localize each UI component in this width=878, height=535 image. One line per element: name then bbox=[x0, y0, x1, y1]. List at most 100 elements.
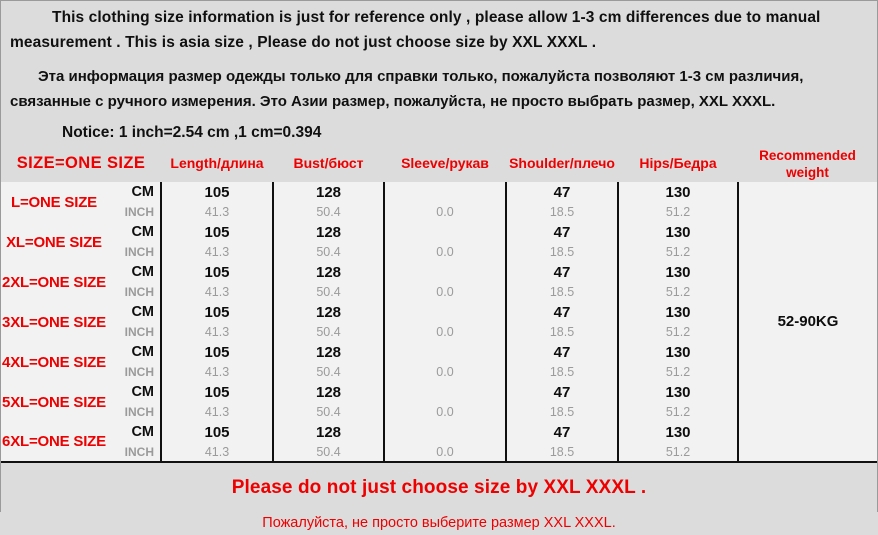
measurement-cm-length: 105 bbox=[161, 262, 274, 282]
measurement-inch-length: 41.3 bbox=[161, 282, 274, 302]
measurement-inch-length: 41.3 bbox=[161, 442, 274, 463]
footer-warning-block: Please do not just choose size by XXL XX… bbox=[1, 463, 877, 535]
size-label-cell: XL=ONE SIZE bbox=[1, 222, 107, 262]
measurement-cm-shoulder: 47 bbox=[506, 222, 619, 242]
measurement-inch-hips: 51.2 bbox=[618, 442, 739, 463]
measurement-cm-shoulder: 47 bbox=[506, 422, 619, 442]
measurement-cm-sleeve bbox=[384, 422, 507, 442]
measurement-inch-shoulder: 18.5 bbox=[506, 242, 619, 262]
measurement-cm-sleeve bbox=[384, 262, 507, 282]
measurement-cm-bust: 128 bbox=[273, 222, 385, 242]
measurement-cm-shoulder: 47 bbox=[506, 302, 619, 322]
size-label-cell: 3XL=ONE SIZE bbox=[1, 302, 107, 342]
unit-label-inch: INCH bbox=[107, 362, 162, 382]
measurement-inch-length: 41.3 bbox=[161, 322, 274, 342]
intro-block: This clothing size information is just f… bbox=[1, 1, 877, 145]
column-header-bust: Bust/бюст bbox=[273, 145, 384, 182]
measurement-inch-sleeve: 0.0 bbox=[384, 442, 507, 463]
column-header-size: SIZE=ONE SIZE bbox=[1, 145, 161, 182]
measurement-inch-bust: 50.4 bbox=[273, 322, 385, 342]
footer-text-english: Please do not just choose size by XXL XX… bbox=[231, 477, 647, 498]
measurement-inch-sleeve: 0.0 bbox=[384, 322, 507, 342]
measurement-inch-shoulder: 18.5 bbox=[506, 322, 619, 342]
measurement-inch-bust: 50.4 bbox=[273, 242, 385, 262]
measurement-inch-hips: 51.2 bbox=[618, 362, 739, 382]
measurement-cm-bust: 128 bbox=[273, 302, 385, 322]
measurement-inch-length: 41.3 bbox=[161, 202, 274, 222]
measurement-cm-length: 105 bbox=[161, 342, 274, 362]
column-header-sleeve: Sleeve/рукав bbox=[384, 145, 506, 182]
measurement-inch-shoulder: 18.5 bbox=[506, 282, 619, 302]
measurement-cm-hips: 130 bbox=[618, 262, 739, 282]
measurement-cm-bust: 128 bbox=[273, 182, 385, 202]
measurement-inch-sleeve: 0.0 bbox=[384, 282, 507, 302]
measurement-inch-hips: 51.2 bbox=[618, 202, 739, 222]
table-header: SIZE=ONE SIZE Length/длина Bust/бюст Sle… bbox=[1, 145, 877, 182]
measurement-cm-sleeve bbox=[384, 182, 507, 202]
footer-text-russian: Пожалуйста, не просто выберите размер XX… bbox=[262, 515, 616, 531]
measurement-inch-length: 41.3 bbox=[161, 362, 274, 382]
recommended-weight-value: 52-90KG bbox=[737, 182, 877, 463]
measurement-cm-bust: 128 bbox=[273, 422, 385, 442]
measurement-inch-hips: 51.2 bbox=[618, 322, 739, 342]
column-header-shoulder: Shoulder/плечо bbox=[506, 145, 618, 182]
measurement-cm-hips: 130 bbox=[618, 342, 739, 362]
measurement-cm-sleeve bbox=[384, 302, 507, 322]
measurement-cm-shoulder: 47 bbox=[506, 382, 619, 402]
unit-label-cm: CM bbox=[107, 302, 162, 322]
size-label-cell: 2XL=ONE SIZE bbox=[1, 262, 107, 302]
measurement-inch-length: 41.3 bbox=[161, 402, 274, 422]
column-header-length: Length/длина bbox=[161, 145, 273, 182]
measurement-inch-length: 41.3 bbox=[161, 242, 274, 262]
measurement-inch-shoulder: 18.5 bbox=[506, 442, 619, 463]
table-body: L=ONE SIZE CM 105 128 47 130 52-90KG INCH 41.3 50… bbox=[1, 182, 877, 463]
intro-text-english: This clothing size information is just f… bbox=[10, 9, 821, 51]
measurement-inch-sleeve: 0.0 bbox=[384, 202, 507, 222]
measurement-inch-shoulder: 18.5 bbox=[506, 202, 619, 222]
unit-label-cm: CM bbox=[107, 342, 162, 362]
measurement-cm-hips: 130 bbox=[618, 302, 739, 322]
unit-label-inch: INCH bbox=[107, 202, 162, 222]
size-label-cell: L=ONE SIZE bbox=[1, 182, 107, 222]
measurement-cm-bust: 128 bbox=[273, 342, 385, 362]
unit-label-cm: CM bbox=[107, 382, 162, 402]
measurement-inch-shoulder: 18.5 bbox=[506, 362, 619, 382]
measurement-cm-bust: 128 bbox=[273, 382, 385, 402]
column-header-recommended-weight: Recommended weight bbox=[738, 145, 877, 182]
unit-label-inch: INCH bbox=[107, 322, 162, 342]
unit-label-cm: CM bbox=[107, 422, 162, 442]
measurement-cm-bust: 128 bbox=[273, 262, 385, 282]
measurement-inch-bust: 50.4 bbox=[273, 362, 385, 382]
measurement-inch-bust: 50.4 bbox=[273, 282, 385, 302]
size-label-cell: 5XL=ONE SIZE bbox=[1, 382, 107, 422]
measurement-inch-bust: 50.4 bbox=[273, 442, 385, 463]
unit-conversion-notice: Notice: 1 inch=2.54 cm ,1 cm=0.394 bbox=[62, 124, 322, 141]
intro-text-russian: Эта информация размер одежды только для … bbox=[10, 68, 804, 110]
unit-label-cm: CM bbox=[107, 262, 162, 282]
unit-label-inch: INCH bbox=[107, 442, 162, 463]
measurement-cm-length: 105 bbox=[161, 182, 274, 202]
measurement-cm-hips: 130 bbox=[618, 182, 739, 202]
measurement-cm-hips: 130 bbox=[618, 222, 739, 242]
measurement-cm-length: 105 bbox=[161, 422, 274, 442]
measurement-cm-length: 105 bbox=[161, 302, 274, 322]
measurement-cm-hips: 130 bbox=[618, 422, 739, 442]
measurement-inch-sleeve: 0.0 bbox=[384, 402, 507, 422]
measurement-inch-shoulder: 18.5 bbox=[506, 402, 619, 422]
table-row: L=ONE SIZE CM 105 128 47 130 52-90KG bbox=[1, 182, 877, 463]
measurement-inch-bust: 50.4 bbox=[273, 202, 385, 222]
measurement-inch-sleeve: 0.0 bbox=[384, 362, 507, 382]
measurement-cm-shoulder: 47 bbox=[506, 262, 619, 282]
measurement-cm-sleeve bbox=[384, 382, 507, 402]
measurement-cm-sleeve bbox=[384, 222, 507, 242]
unit-label-inch: INCH bbox=[107, 242, 162, 262]
unit-label-cm: CM bbox=[107, 182, 162, 202]
size-label-cell: 4XL=ONE SIZE bbox=[1, 342, 107, 382]
measurement-cm-length: 105 bbox=[161, 382, 274, 402]
unit-label-cm: CM bbox=[107, 222, 162, 242]
measurement-inch-hips: 51.2 bbox=[618, 282, 739, 302]
recommended-weight-line2: weight bbox=[786, 164, 829, 180]
size-label-cell: 6XL=ONE SIZE bbox=[1, 422, 107, 463]
table-header-row: SIZE=ONE SIZE Length/длина Bust/бюст Sle… bbox=[1, 145, 877, 182]
measurement-inch-hips: 51.2 bbox=[618, 402, 739, 422]
